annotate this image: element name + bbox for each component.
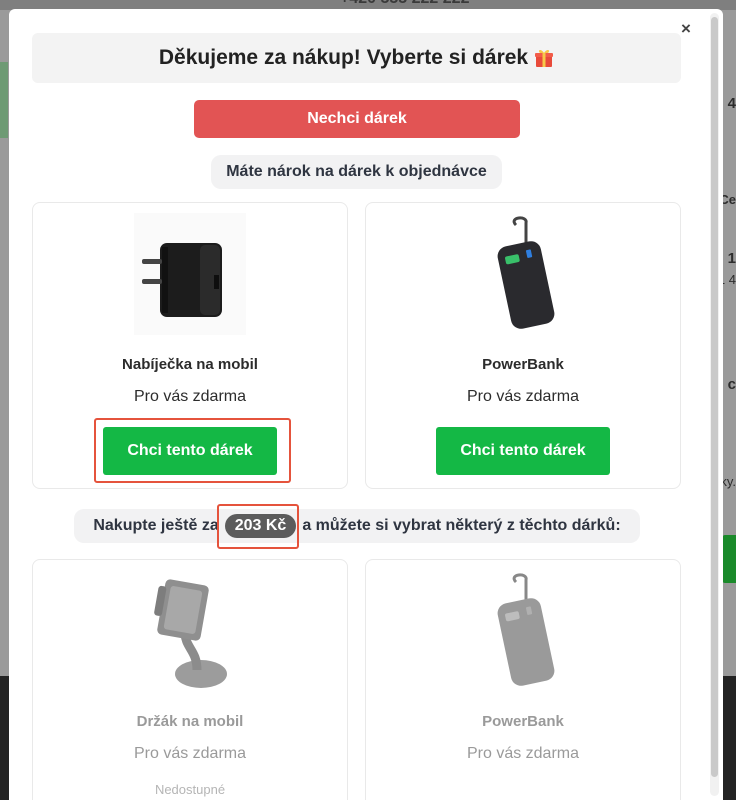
buy-more-notice: Nakupte ještě za 203 Kč a můžete si vybr…: [74, 509, 640, 543]
gift-price-label: Pro vás zdarma: [133, 388, 247, 405]
unavailable-status: Nedostupné: [154, 782, 226, 797]
modal-scrollbar-thumb[interactable]: [711, 17, 718, 777]
powerbank-image: [366, 570, 680, 692]
background-phone: +420 555 222 222: [340, 0, 469, 8]
gift-price-label: Pro vás zdarma: [466, 745, 580, 762]
gift-price-label: Pro vás zdarma: [466, 388, 580, 405]
highlight-box: [94, 418, 291, 483]
gift-icon: [534, 48, 554, 68]
gift-card-powerbank: PowerBank Pro vás zdarma Chci tento dáre…: [365, 202, 681, 489]
highlight-box: [217, 504, 299, 549]
phone-charger-image: [33, 213, 347, 335]
background-text: 1: [727, 250, 736, 267]
modal-title: Děkujeme za nákup! Vyberte si dárek: [158, 46, 529, 69]
gift-name: Držák na mobil: [136, 713, 244, 730]
background-text: c: [727, 376, 736, 393]
background-banner: [0, 62, 8, 138]
gift-name: Nabíječka na mobil: [122, 356, 258, 373]
powerbank-image: [366, 213, 680, 335]
choose-gift-button[interactable]: Chci tento dárek: [436, 427, 610, 475]
phone-holder-image: [33, 570, 347, 692]
locked-gift-card-powerbank: PowerBank Pro vás zdarma: [365, 559, 681, 800]
gift-eligibility-notice: Máte nárok na dárek k objednávce: [211, 155, 502, 189]
locked-gift-card-holder: Držák na mobil Pro vás zdarma Nedostupné: [32, 559, 348, 800]
decline-gift-button[interactable]: Nechci dárek: [194, 100, 520, 138]
gift-modal: × Děkujeme za nákup! Vyberte si dárek Ne…: [9, 9, 723, 800]
gift-name: PowerBank: [482, 356, 564, 373]
gift-price-label: Pro vás zdarma: [133, 745, 247, 762]
gift-name: PowerBank: [482, 713, 564, 730]
modal-title-box: Děkujeme za nákup! Vyberte si dárek: [32, 33, 681, 83]
background-button: [722, 535, 736, 583]
buy-more-text-before: Nakupte ještě za: [93, 517, 219, 534]
buy-more-text-after: a můžete si vybrat některý z těchto dárk…: [302, 517, 621, 534]
background-text: 4: [727, 95, 736, 112]
